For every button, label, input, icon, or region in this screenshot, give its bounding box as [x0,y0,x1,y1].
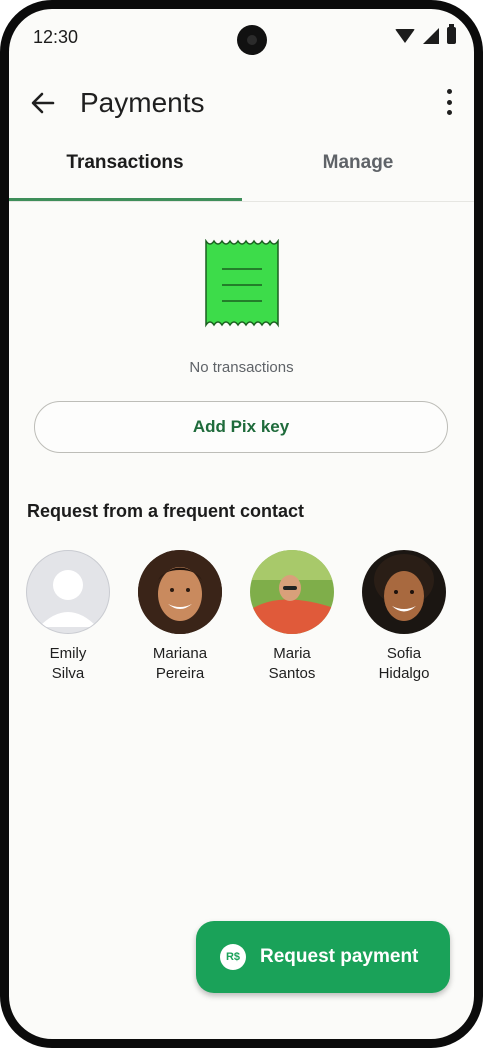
avatar [362,550,446,634]
contact-sofia-hidalgo[interactable]: Sofia Hidalgo [354,550,454,684]
wifi-icon [395,28,415,43]
contact-name: Sofia Hidalgo [378,645,430,682]
request-payment-label: Request payment [260,946,419,967]
currency-real-icon: R$ [220,944,246,970]
add-pix-key-button[interactable]: Add Pix key [34,401,448,453]
camera-cutout [237,25,267,55]
tab-bar: Transactions Manage [9,141,474,203]
frequent-contacts-heading: Request from a frequent contact [27,501,305,521]
avatar [138,550,222,634]
avatar-photo [362,550,446,634]
contact-name: Mariana Pereira [152,645,208,682]
battery-icon [447,24,456,44]
status-icons [395,24,456,44]
avatar-photo [138,550,222,634]
contact-maria-santos[interactable]: Maria Santos [242,550,342,684]
back-button[interactable] [25,85,61,121]
contact-emily-silva[interactable]: Emily Silva [18,550,118,684]
contact-mariana-pereira[interactable]: Mariana Pereira [130,550,230,684]
more-vert-icon [446,89,452,94]
contact-name: Maria Santos [268,645,316,682]
request-payment-button[interactable]: R$ Request payment [196,921,450,993]
arrow-back-icon [31,92,55,114]
page-title: Payments [80,87,205,118]
tab-divider [9,201,474,202]
empty-state-message: No transactions [189,359,294,376]
signal-icon [423,27,439,44]
status-time: 12:30 [33,27,79,47]
avatar-photo [250,550,334,634]
avatar [250,550,334,634]
tab-transactions[interactable]: Transactions [9,141,241,201]
person-icon [39,570,97,627]
contact-name: Emily Silva [49,645,87,682]
receipt-icon [205,239,279,328]
phone-frame: 12:30 Payments Transactions Manage No tr… [0,0,483,1048]
screen: 12:30 Payments Transactions Manage No tr… [9,9,474,1039]
avatar-placeholder [26,550,110,634]
more-options-button[interactable] [442,87,456,117]
tab-manage[interactable]: Manage [242,141,474,201]
